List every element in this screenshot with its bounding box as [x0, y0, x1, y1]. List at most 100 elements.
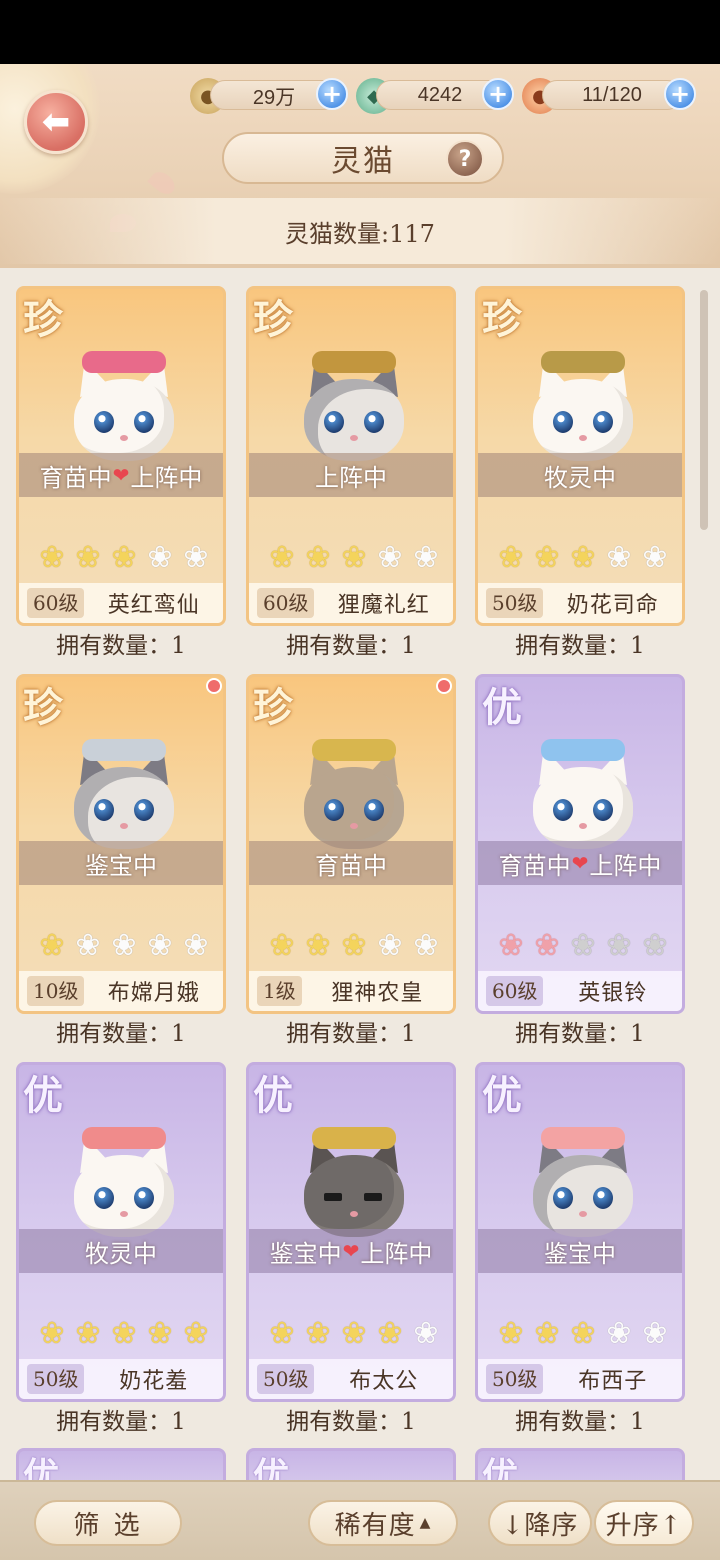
sort-desc-button[interactable]: ↓降序	[488, 1500, 592, 1546]
cat-name: 英银铃	[578, 981, 648, 1006]
star-icon: ❀	[75, 540, 101, 575]
scrollbar[interactable]	[700, 290, 708, 530]
owned-count: 拥有数量：1	[286, 1409, 416, 1435]
star-icon: ❀	[606, 928, 632, 963]
level-label: 50级	[27, 1364, 85, 1394]
cat-card[interactable]: 珍育苗中 ❀ ❀ ❀ ❀ ❀ 1级 狸神农皇 拥有数量：1	[246, 674, 456, 1047]
add-jade-button[interactable]: +	[482, 78, 514, 110]
cat-name: 英红鸾仙	[107, 593, 200, 618]
status-band: 育苗中	[249, 841, 453, 885]
cat-card[interactable]: 优牧灵中 ❀ ❀ ❀ ❀ ❀ 50级 奶花羞 拥有数量：1	[16, 1062, 226, 1435]
cat-card[interactable]: 珍鉴宝中 ❀ ❀ ❀ ❀ ❀ 10级 布嫦月娥 拥有数量：1	[16, 674, 226, 1047]
sort-rarity-button[interactable]: 稀有度 ▲	[308, 1500, 458, 1546]
cat-accessory	[82, 1127, 166, 1149]
cat-card[interactable]: 优育苗中 ❤ 上阵中 ❀ ❀ ❀ ❀ ❀ 60级 英银铃 拥有数量：1	[475, 674, 685, 1047]
card-info: 60级 英红鸾仙	[19, 583, 223, 623]
star-icon: ❀	[305, 540, 331, 575]
status-text-2: 上阵中	[130, 463, 203, 492]
add-food-button[interactable]: +	[664, 78, 696, 110]
rarity-badge: 珍	[482, 296, 522, 343]
star-icon: ❀	[498, 928, 524, 963]
status-band: 育苗中 ❤ 上阵中	[19, 453, 223, 497]
cat-accessory	[312, 1127, 396, 1149]
page-title-text: 灵猫	[331, 144, 395, 179]
cat-nose	[579, 1211, 587, 1217]
card-partial[interactable]: 优	[475, 1448, 685, 1480]
cat-count-bar: 灵猫数量:117	[0, 198, 720, 264]
level-label: 10级	[27, 976, 85, 1006]
star-icon: ❀	[183, 540, 209, 575]
card-partial[interactable]: 优	[16, 1448, 226, 1480]
status-band: 育苗中 ❤ 上阵中	[478, 841, 682, 885]
owned-count: 拥有数量：1	[56, 1409, 186, 1435]
add-coins-button[interactable]: +	[316, 78, 348, 110]
status-text-2: 上阵中	[589, 851, 662, 880]
cat-head	[533, 1155, 633, 1237]
card-frame: 珍鉴宝中 ❀ ❀ ❀ ❀ ❀ 10级 布嫦月娥	[16, 674, 226, 1014]
card-info: 50级 布西子	[478, 1359, 682, 1399]
status-text: 鉴宝中	[85, 851, 157, 880]
filter-button[interactable]: 筛 选	[34, 1500, 182, 1546]
owned-count: 拥有数量：1	[515, 1409, 645, 1435]
cat-name: 布西子	[578, 1369, 648, 1394]
star-icon: ❀	[147, 1316, 173, 1351]
cat-nose	[579, 823, 587, 829]
back-button[interactable]: ⬅	[24, 90, 88, 154]
star-icon: ❀	[341, 540, 367, 575]
cat-nose	[350, 435, 358, 441]
cat-accessory	[541, 1127, 625, 1149]
status-text-2: 上阵中	[360, 1239, 433, 1268]
card-info: 50级 奶花羞	[19, 1359, 223, 1399]
star-icon: ❀	[183, 1316, 209, 1351]
cat-card[interactable]: 珍上阵中 ❀ ❀ ❀ ❀ ❀ 60级 狸魔礼红 拥有数量：1	[246, 286, 456, 659]
cat-eye	[324, 799, 344, 821]
new-dot	[436, 678, 452, 694]
sort-asc-button[interactable]: 升序↑	[594, 1500, 694, 1546]
star-icon: ❀	[534, 1316, 560, 1351]
star-icon: ❀	[147, 928, 173, 963]
card-info: 60级 狸魔礼红	[249, 583, 453, 623]
cat-card[interactable]: 优鉴宝中 ❀ ❀ ❀ ❀ ❀ 50级 布西子 拥有数量：1	[475, 1062, 685, 1435]
help-button[interactable]: ?	[446, 140, 484, 178]
new-dot	[206, 678, 222, 694]
status-band: 牧灵中	[19, 1229, 223, 1273]
rarity-badge: 优	[482, 684, 522, 731]
back-arrow-icon: ⬅	[41, 102, 71, 142]
header: ⬅ ● 29万 + ◆ 4242 + ● 11/120 + 灵猫 ? 灵猫数量:…	[0, 64, 720, 268]
cat-nose	[579, 435, 587, 441]
cat-count-text: 灵猫数量:117	[285, 219, 435, 248]
status-bar	[0, 0, 720, 64]
star-icon: ❀	[498, 1316, 524, 1351]
level-label: 60级	[27, 588, 85, 618]
rarity-badge: 优	[23, 1455, 60, 1480]
card-partial[interactable]: 优	[246, 1448, 456, 1480]
heart-icon: ❤	[571, 851, 589, 875]
cat-nose	[120, 823, 128, 829]
cat-eye	[94, 411, 114, 433]
cat-card[interactable]: 珍牧灵中 ❀ ❀ ❀ ❀ ❀ 50级 奶花司命 拥有数量：1	[475, 286, 685, 659]
cat-nose	[120, 1211, 128, 1217]
cat-eye	[134, 1187, 154, 1209]
heart-icon: ❤	[112, 463, 130, 487]
star-icon: ❀	[413, 1316, 439, 1351]
star-rating: ❀ ❀ ❀ ❀ ❀	[267, 543, 441, 573]
asc-label: 升序↑	[605, 1510, 683, 1541]
status-band: 上阵中	[249, 453, 453, 497]
star-icon: ❀	[75, 928, 101, 963]
level-label: 50级	[486, 1364, 544, 1394]
cat-grid: 珍育苗中 ❤ 上阵中 ❀ ❀ ❀ ❀ ❀ 60级 英红鸾仙 拥有数量：1 珍上阵中 ❀ ❀ ❀ ❀ ❀ 60级 狸魔…	[0, 268, 720, 1480]
star-rating: ❀ ❀ ❀ ❀ ❀	[496, 1319, 670, 1349]
star-rating: ❀ ❀ ❀ ❀ ❀	[267, 931, 441, 961]
rarity-badge: 珍	[253, 296, 293, 343]
star-icon: ❀	[39, 928, 65, 963]
status-text: 鉴宝中	[269, 1239, 342, 1268]
cat-accessory	[82, 739, 166, 761]
rarity-badge: 珍	[23, 684, 63, 731]
cat-card[interactable]: 优鉴宝中 ❤ 上阵中 ❀ ❀ ❀ ❀ ❀ 50级 布太公 拥有数量：1	[246, 1062, 456, 1435]
star-rating: ❀ ❀ ❀ ❀ ❀	[37, 1319, 211, 1349]
cat-accessory	[82, 351, 166, 373]
cat-card[interactable]: 珍育苗中 ❤ 上阵中 ❀ ❀ ❀ ❀ ❀ 60级 英红鸾仙 拥有数量：1	[16, 286, 226, 659]
cat-eye	[364, 799, 384, 821]
star-icon: ❀	[147, 540, 173, 575]
level-label: 60级	[486, 976, 544, 1006]
